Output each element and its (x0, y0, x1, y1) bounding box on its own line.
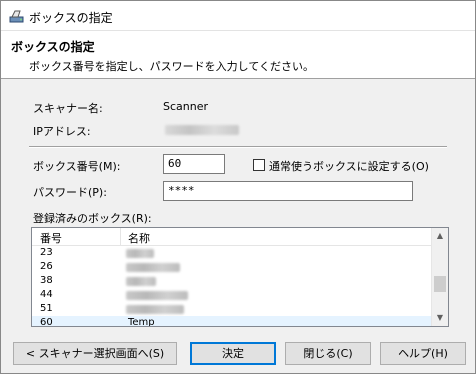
back-to-scanner-select-button[interactable]: < スキャナー選択画面へ(S) (13, 342, 177, 365)
scanner-app-icon (9, 10, 24, 23)
box-number-cell: 23 (40, 247, 53, 258)
list-item[interactable]: 60 Temp (32, 316, 432, 327)
ip-address-value-redacted (165, 125, 239, 135)
help-button[interactable]: ヘルプ(H) (380, 342, 466, 365)
list-header: 番号 名称 (32, 228, 432, 246)
box-name-cell: Temp (128, 317, 155, 327)
list-item[interactable]: 23 (32, 246, 432, 260)
box-name-redacted (126, 291, 188, 300)
dialog-window: ボックスの指定 ボックスの指定 ボックス番号を指定し、パスワードを入力してくださ… (0, 0, 476, 374)
list-item[interactable]: 44 (32, 288, 432, 302)
column-divider[interactable] (120, 228, 121, 246)
separator (29, 146, 447, 148)
box-name-redacted (126, 249, 154, 258)
box-name-redacted (126, 305, 184, 314)
scanner-name-value: Scanner (163, 100, 209, 113)
password-label: パスワード(P): (33, 186, 107, 199)
header-panel: ボックスの指定 ボックス番号を指定し、パスワードを入力してください。 (1, 31, 475, 79)
default-box-checkbox-label[interactable]: 通常使うボックスに設定する(O) (269, 158, 429, 174)
scroll-down-icon[interactable]: ▼ (432, 310, 448, 326)
header-subtitle: ボックス番号を指定し、パスワードを入力してください。 (29, 60, 315, 73)
box-number-input[interactable]: 60 (163, 154, 225, 174)
window-title: ボックスの指定 (29, 11, 113, 25)
box-number-cell: 60 (40, 317, 53, 327)
close-button[interactable]: 閉じる(C) (285, 342, 371, 365)
list-item[interactable]: 51 (32, 302, 432, 316)
default-box-checkbox[interactable] (253, 159, 265, 171)
ok-button[interactable]: 決定 (190, 342, 276, 365)
scroll-up-icon[interactable]: ▲ (432, 228, 448, 244)
scanner-name-label: スキャナー名: (33, 102, 103, 115)
box-number-label: ボックス番号(M): (33, 160, 121, 173)
scroll-thumb[interactable] (434, 276, 446, 292)
box-number-cell: 51 (40, 303, 53, 314)
title-bar[interactable]: ボックスの指定 (1, 1, 475, 31)
list-scrollbar[interactable]: ▲ ▼ (431, 228, 448, 326)
column-header-number[interactable]: 番号 (40, 230, 62, 246)
box-number-cell: 44 (40, 289, 53, 300)
registered-boxes-label: 登録済みのボックス(R): (33, 212, 152, 225)
box-number-cell: 26 (40, 261, 53, 272)
password-input[interactable]: **** (163, 181, 413, 201)
list-item[interactable]: 38 (32, 274, 432, 288)
ip-address-label: IPアドレス: (33, 125, 91, 138)
list-item[interactable]: 26 (32, 260, 432, 274)
registered-boxes-list[interactable]: 番号 名称 23 26 38 44 51 60 Temp ▲ ▼ (31, 227, 449, 327)
header-title: ボックスの指定 (11, 40, 95, 54)
column-header-name[interactable]: 名称 (128, 230, 150, 246)
box-name-redacted (126, 263, 180, 272)
box-number-cell: 38 (40, 275, 53, 286)
box-name-redacted (126, 277, 156, 286)
